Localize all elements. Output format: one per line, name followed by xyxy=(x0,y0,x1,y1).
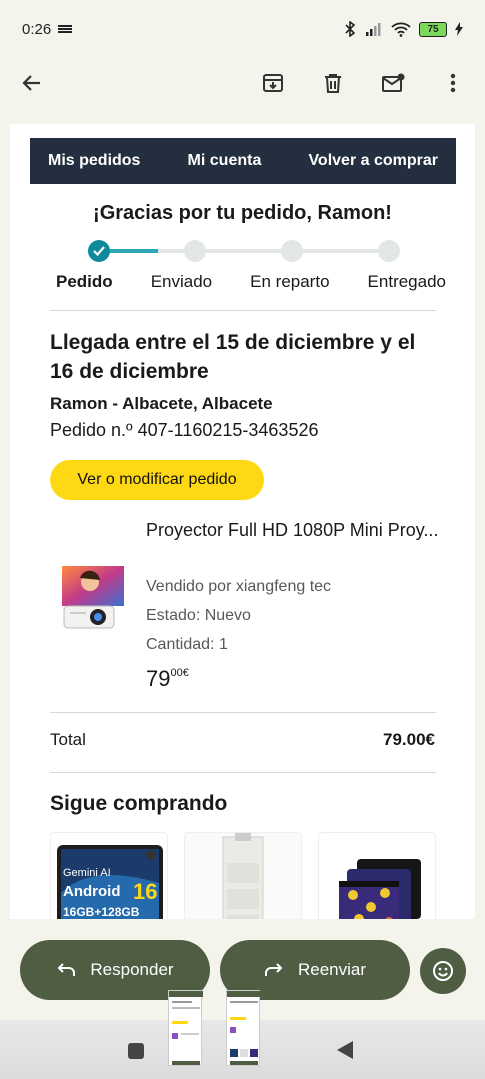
mark-unread-icon[interactable] xyxy=(381,71,405,95)
charging-icon xyxy=(455,22,463,36)
progress-line-done xyxy=(102,249,158,253)
screenshot-thumbnail-2[interactable] xyxy=(226,990,261,1066)
order-number: Pedido n.º 407-1160215-3463526 xyxy=(50,420,319,440)
clock-text: 0:26 xyxy=(22,20,52,38)
arrow-left-icon[interactable] xyxy=(20,71,44,95)
reply-icon xyxy=(57,963,76,976)
recents-icon[interactable] xyxy=(127,1042,145,1060)
total-label: Total xyxy=(50,730,86,749)
trash-icon[interactable] xyxy=(321,71,345,95)
reco-tablet-version-text: 16 xyxy=(133,879,158,904)
status-icons: 75 xyxy=(343,21,463,37)
step-out-for-delivery-dot xyxy=(281,240,303,262)
product-seller: Vendido por xiangfeng tec xyxy=(146,578,332,595)
product-image[interactable] xyxy=(58,564,126,636)
product-price: 7900€ xyxy=(146,666,189,692)
step-label-shipped: Enviado xyxy=(150,272,213,291)
progress-step-labels: Pedido Enviado En reparto Entregado xyxy=(56,272,446,292)
signal-icon xyxy=(366,23,381,36)
step-shipped-dot xyxy=(184,240,206,262)
reply-label: Responder xyxy=(90,960,174,979)
status-time: 0:26 xyxy=(22,21,73,38)
step-label-ordered: Pedido xyxy=(56,272,113,291)
back-triangle-icon[interactable] xyxy=(336,1040,354,1060)
step-label-delivered: Entregado xyxy=(367,272,446,291)
price-whole: 79 xyxy=(146,666,171,691)
total-value: 79.00€ xyxy=(383,730,435,749)
nav-my-orders-link[interactable]: Mis pedidos xyxy=(48,152,140,170)
arrival-date-heading: Llegada entre el 15 de diciembre y el 16… xyxy=(50,331,416,383)
reco-tablet-storage-text: 16GB+128GB xyxy=(63,905,140,919)
amazon-nav-bar: Mis pedidos Mi cuenta Volver a comprar xyxy=(30,138,456,184)
screenshot-thumbnail-1[interactable] xyxy=(168,990,203,1066)
divider xyxy=(50,310,436,311)
forward-icon xyxy=(264,963,283,976)
reco-tablet-ai-text: Gemini AI xyxy=(63,867,111,879)
keep-shopping-heading: Sigue comprando xyxy=(50,792,228,815)
product-quantity: Cantidad: 1 xyxy=(146,636,228,653)
shipping-address: Ramon - Albacete, Albacete xyxy=(50,394,273,413)
status-bar: 0:26 75 xyxy=(0,0,485,58)
email-body: Mis pedidos Mi cuenta Volver a comprar ¡… xyxy=(10,124,475,919)
battery-icon: 75 xyxy=(419,21,447,37)
divider xyxy=(50,712,436,713)
forward-label: Reenviar xyxy=(297,960,367,979)
order-progress-tracker xyxy=(84,239,404,263)
product-title[interactable]: Proyector Full HD 1080P Mini Proy... xyxy=(146,516,446,544)
more-vert-icon[interactable] xyxy=(441,71,465,95)
notification-icon xyxy=(58,25,73,33)
bluetooth-icon xyxy=(345,21,356,37)
recommendation-tablet[interactable]: Gemini AI Android 16 16GB+128GB xyxy=(50,832,168,919)
recommendation-boxers[interactable] xyxy=(318,832,436,919)
archive-icon[interactable] xyxy=(261,71,285,95)
reco-tablet-android-text: Android xyxy=(63,883,121,900)
smiley-icon xyxy=(433,961,453,981)
nav-my-account-link[interactable]: Mi cuenta xyxy=(188,152,262,170)
price-fraction: 00€ xyxy=(170,667,189,679)
view-or-modify-order-button[interactable]: Ver o modificar pedido xyxy=(50,460,264,500)
wifi-icon xyxy=(391,22,411,37)
step-label-out-for-delivery: En reparto xyxy=(250,272,330,291)
step-ordered-check-icon xyxy=(88,240,110,262)
divider xyxy=(50,772,436,773)
recommendation-organizer[interactable] xyxy=(184,832,302,919)
product-condition: Estado: Nuevo xyxy=(146,607,251,624)
thanks-heading: ¡Gracias por tu pedido, Ramon! xyxy=(93,202,392,224)
step-delivered-dot xyxy=(378,240,400,262)
emoji-react-button[interactable] xyxy=(420,948,466,994)
nav-buy-again-link[interactable]: Volver a comprar xyxy=(308,152,438,170)
gmail-toolbar xyxy=(0,58,485,108)
